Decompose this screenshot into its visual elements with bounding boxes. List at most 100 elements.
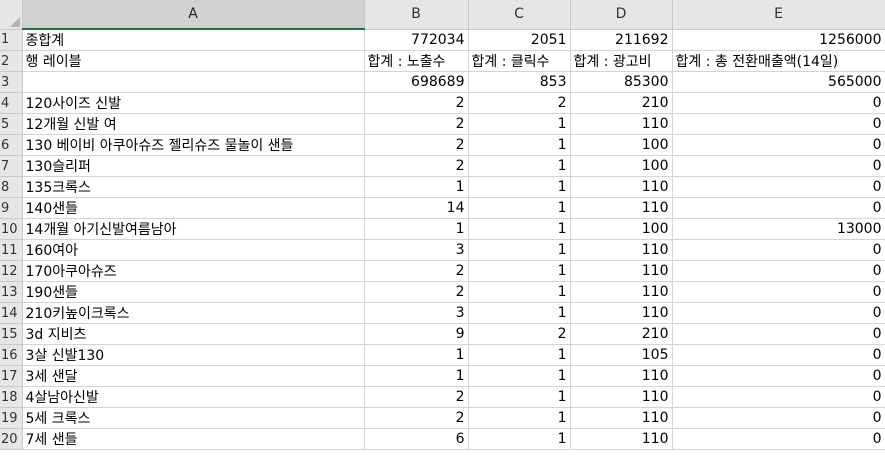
cell-b[interactable]: 2 bbox=[364, 113, 469, 135]
cell-d[interactable]: 110 bbox=[570, 428, 673, 450]
cell-a[interactable]: 14개월 아기신발여름남아 bbox=[22, 218, 365, 240]
row-header[interactable]: 18 bbox=[0, 386, 23, 408]
row-header[interactable]: 9 bbox=[0, 197, 23, 219]
cell-a[interactable]: 130 베이비 아쿠아슈즈 젤리슈즈 물놀이 샌들 bbox=[22, 134, 365, 156]
cell-c[interactable]: 1 bbox=[468, 407, 571, 429]
row-header[interactable]: 16 bbox=[0, 344, 23, 366]
cell-e[interactable]: 0 bbox=[672, 386, 885, 408]
cell-d[interactable]: 110 bbox=[570, 113, 673, 135]
cell-a[interactable]: 3살 신발130 bbox=[22, 344, 365, 366]
cell-b[interactable]: 2 bbox=[364, 155, 469, 177]
cell-e[interactable]: 565000 bbox=[672, 71, 885, 93]
cell-c[interactable]: 853 bbox=[468, 71, 571, 93]
cell-e[interactable]: 0 bbox=[672, 344, 885, 366]
column-header-e[interactable]: E bbox=[672, 0, 885, 30]
row-header[interactable]: 3 bbox=[0, 71, 23, 93]
cell-a[interactable]: 12개월 신발 여 bbox=[22, 113, 365, 135]
cell-e[interactable]: 0 bbox=[672, 323, 885, 345]
cell-b[interactable]: 합계 : 노출수 bbox=[364, 50, 469, 72]
cell-e[interactable]: 13000 bbox=[672, 218, 885, 240]
cell-b[interactable]: 2 bbox=[364, 386, 469, 408]
cell-c[interactable]: 2 bbox=[468, 92, 571, 114]
row-header[interactable]: 4 bbox=[0, 92, 23, 114]
row-header[interactable]: 13 bbox=[0, 281, 23, 303]
row-header[interactable]: 2 bbox=[0, 50, 23, 72]
cell-c[interactable]: 1 bbox=[468, 176, 571, 198]
cell-a[interactable]: 190샌들 bbox=[22, 281, 365, 303]
row-header[interactable]: 17 bbox=[0, 365, 23, 387]
cell-a[interactable] bbox=[22, 71, 365, 93]
cell-c[interactable]: 1 bbox=[468, 281, 571, 303]
cell-a[interactable]: 7세 샌들 bbox=[22, 428, 365, 450]
cell-a[interactable]: 3d 지비츠 bbox=[22, 323, 365, 345]
cell-e[interactable]: 0 bbox=[672, 302, 885, 324]
cell-a[interactable]: 210키높이크록스 bbox=[22, 302, 365, 324]
row-header[interactable]: 6 bbox=[0, 134, 23, 156]
cell-c[interactable]: 1 bbox=[468, 113, 571, 135]
cell-c[interactable]: 합계 : 클릭수 bbox=[468, 50, 571, 72]
cell-b[interactable]: 2 bbox=[364, 281, 469, 303]
row-header[interactable]: 20 bbox=[0, 428, 23, 450]
cell-d[interactable]: 합계 : 광고비 bbox=[570, 50, 673, 72]
cell-c[interactable]: 1 bbox=[468, 134, 571, 156]
row-header[interactable]: 14 bbox=[0, 302, 23, 324]
cell-b[interactable]: 698689 bbox=[364, 71, 469, 93]
cell-a[interactable]: 160여아 bbox=[22, 239, 365, 261]
cell-e[interactable]: 0 bbox=[672, 176, 885, 198]
row-header[interactable]: 7 bbox=[0, 155, 23, 177]
row-header[interactable]: 12 bbox=[0, 260, 23, 282]
cell-e[interactable]: 0 bbox=[672, 281, 885, 303]
cell-c[interactable]: 1 bbox=[468, 260, 571, 282]
cell-b[interactable]: 3 bbox=[364, 302, 469, 324]
cell-d[interactable]: 100 bbox=[570, 218, 673, 240]
cell-e[interactable]: 합계 : 총 전환매출액(14일) bbox=[672, 50, 885, 72]
row-header[interactable]: 11 bbox=[0, 239, 23, 261]
row-header[interactable]: 1 bbox=[0, 29, 23, 51]
cell-d[interactable]: 110 bbox=[570, 260, 673, 282]
column-header-d[interactable]: D bbox=[570, 0, 673, 30]
cell-e[interactable]: 0 bbox=[672, 407, 885, 429]
cell-e[interactable]: 0 bbox=[672, 155, 885, 177]
cell-e[interactable]: 0 bbox=[672, 92, 885, 114]
cell-d[interactable]: 110 bbox=[570, 197, 673, 219]
cell-d[interactable]: 110 bbox=[570, 281, 673, 303]
cell-a[interactable]: 행 레이블 bbox=[22, 50, 365, 72]
cell-c[interactable]: 1 bbox=[468, 218, 571, 240]
cell-c[interactable]: 2051 bbox=[468, 29, 571, 51]
cell-c[interactable]: 2 bbox=[468, 323, 571, 345]
cell-e[interactable]: 0 bbox=[672, 365, 885, 387]
cell-d[interactable]: 210 bbox=[570, 92, 673, 114]
cell-c[interactable]: 1 bbox=[468, 155, 571, 177]
cell-a[interactable]: 종합계 bbox=[22, 29, 365, 51]
cell-b[interactable]: 14 bbox=[364, 197, 469, 219]
select-all-button[interactable] bbox=[0, 0, 23, 30]
cell-c[interactable]: 1 bbox=[468, 428, 571, 450]
cell-b[interactable]: 9 bbox=[364, 323, 469, 345]
cell-c[interactable]: 1 bbox=[468, 302, 571, 324]
cell-d[interactable]: 110 bbox=[570, 176, 673, 198]
cell-d[interactable]: 210 bbox=[570, 323, 673, 345]
cell-e[interactable]: 0 bbox=[672, 239, 885, 261]
cell-c[interactable]: 1 bbox=[468, 197, 571, 219]
cell-b[interactable]: 1 bbox=[364, 344, 469, 366]
cell-c[interactable]: 1 bbox=[468, 344, 571, 366]
cell-a[interactable]: 4살남아신발 bbox=[22, 386, 365, 408]
column-header-b[interactable]: B bbox=[364, 0, 469, 30]
cell-d[interactable]: 100 bbox=[570, 134, 673, 156]
cell-d[interactable]: 110 bbox=[570, 365, 673, 387]
cell-b[interactable]: 2 bbox=[364, 407, 469, 429]
cell-e[interactable]: 0 bbox=[672, 197, 885, 219]
cell-b[interactable]: 3 bbox=[364, 239, 469, 261]
cell-a[interactable]: 140샌들 bbox=[22, 197, 365, 219]
cell-a[interactable]: 130슬리퍼 bbox=[22, 155, 365, 177]
row-header[interactable]: 15 bbox=[0, 323, 23, 345]
cell-c[interactable]: 1 bbox=[468, 386, 571, 408]
cell-b[interactable]: 2 bbox=[364, 260, 469, 282]
row-header[interactable]: 19 bbox=[0, 407, 23, 429]
cell-d[interactable]: 100 bbox=[570, 155, 673, 177]
cell-d[interactable]: 85300 bbox=[570, 71, 673, 93]
cell-e[interactable]: 0 bbox=[672, 428, 885, 450]
cell-b[interactable]: 1 bbox=[364, 218, 469, 240]
cell-c[interactable]: 1 bbox=[468, 365, 571, 387]
row-header[interactable]: 5 bbox=[0, 113, 23, 135]
